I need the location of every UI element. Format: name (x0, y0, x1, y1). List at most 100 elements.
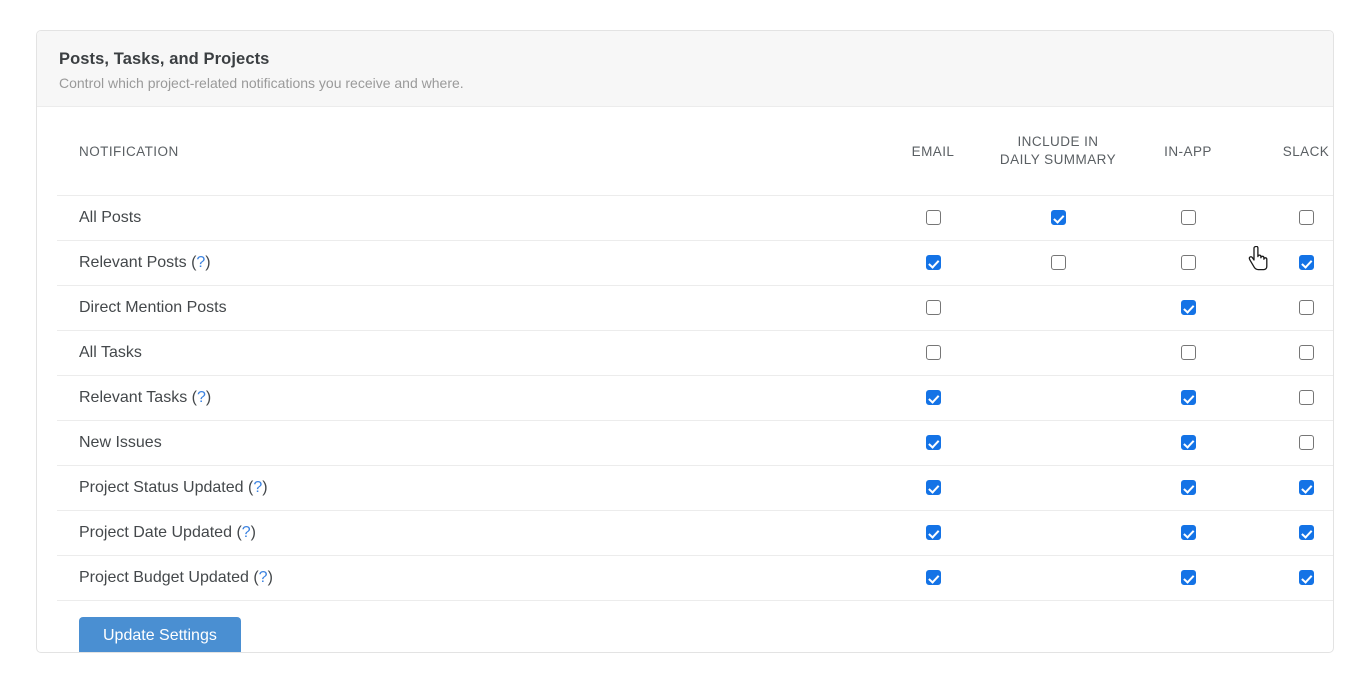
checkbox-cell-in-app (1129, 420, 1247, 466)
notification-label-cell: Project Budget Updated (?) (57, 555, 879, 601)
checkbox-placeholder (1051, 525, 1066, 540)
checkbox-cell-email (879, 465, 987, 511)
checkbox-cell-daily-summary (987, 240, 1129, 286)
checkbox-cell-slack (1247, 195, 1333, 241)
page-title: Posts, Tasks, and Projects (59, 50, 270, 68)
notification-label-cell: Relevant Tasks (?) (57, 375, 879, 421)
checkbox-cell-daily-summary (987, 375, 1129, 421)
checkbox-in-app[interactable] (1180, 570, 1196, 586)
table-row: Project Budget Updated (?) (57, 555, 1333, 601)
checkbox-cell-in-app (1129, 510, 1247, 556)
checkbox-in-app[interactable] (1180, 255, 1196, 271)
checkbox-slack[interactable] (1298, 525, 1314, 541)
checkbox-cell-email (879, 555, 987, 601)
table-row: Relevant Posts (?) (57, 240, 1333, 286)
help-hint-icon[interactable]: ? (197, 389, 206, 406)
table-row: All Posts (57, 195, 1333, 241)
checkbox-cell-in-app (1129, 240, 1247, 286)
notification-settings-card: Posts, Tasks, and Projects Control which… (36, 30, 1334, 653)
checkbox-cell-email (879, 330, 987, 376)
help-hint-icon[interactable]: ? (253, 479, 262, 496)
notification-label: New Issues (79, 434, 162, 451)
checkbox-slack[interactable] (1298, 345, 1314, 361)
checkbox-daily-summary[interactable] (1050, 255, 1066, 271)
column-header-in-app: IN-APP (1129, 107, 1247, 196)
hint-paren-close: ) (262, 479, 268, 496)
checkbox-email[interactable] (925, 210, 941, 226)
checkbox-cell-slack (1247, 420, 1333, 466)
page-subtitle: Control which project-related notificati… (59, 75, 464, 92)
checkbox-email[interactable] (925, 390, 941, 406)
checkbox-in-app[interactable] (1180, 435, 1196, 451)
checkbox-slack[interactable] (1298, 390, 1314, 406)
checkbox-in-app[interactable] (1180, 300, 1196, 316)
checkbox-cell-daily-summary (987, 330, 1129, 376)
table-row: Relevant Tasks (?) (57, 375, 1333, 421)
checkbox-cell-in-app (1129, 465, 1247, 511)
checkbox-email[interactable] (925, 255, 941, 271)
checkbox-cell-in-app (1129, 375, 1247, 421)
checkbox-in-app[interactable] (1180, 525, 1196, 541)
checkbox-cell-daily-summary (987, 285, 1129, 331)
column-header-daily-summary-line1: INCLUDE IN (1017, 133, 1099, 149)
notification-label-cell: Project Date Updated (?) (57, 510, 879, 556)
checkbox-cell-slack (1247, 240, 1333, 286)
checkbox-placeholder (1051, 570, 1066, 585)
notification-label-cell: Project Status Updated (?) (57, 465, 879, 511)
checkbox-email[interactable] (925, 300, 941, 316)
hint-paren-close: ) (250, 524, 256, 541)
column-header-daily-summary-line2: DAILY SUMMARY (999, 152, 1117, 167)
table-row: Project Status Updated (?) (57, 465, 1333, 511)
notification-settings-table: NOTIFICATION EMAIL INCLUDE IN DAILY SUMM… (57, 107, 1333, 601)
checkbox-cell-daily-summary (987, 420, 1129, 466)
checkbox-cell-in-app (1129, 555, 1247, 601)
checkbox-placeholder (1051, 390, 1066, 405)
checkbox-cell-slack (1247, 555, 1333, 601)
card-header: Posts, Tasks, and Projects Control which… (37, 31, 1333, 107)
checkbox-email[interactable] (925, 570, 941, 586)
checkbox-cell-email (879, 240, 987, 286)
help-hint-icon[interactable]: ? (242, 524, 251, 541)
checkbox-in-app[interactable] (1180, 480, 1196, 496)
checkbox-in-app[interactable] (1180, 390, 1196, 406)
checkbox-cell-daily-summary (987, 195, 1129, 241)
checkbox-in-app[interactable] (1180, 345, 1196, 361)
checkbox-cell-slack (1247, 285, 1333, 331)
help-hint-icon[interactable]: ? (259, 569, 268, 586)
notification-label: Project Budget Updated (79, 569, 249, 586)
checkbox-cell-email (879, 285, 987, 331)
help-hint-icon[interactable]: ? (196, 254, 205, 271)
checkbox-daily-summary[interactable] (1050, 210, 1066, 226)
checkbox-cell-in-app (1129, 195, 1247, 241)
checkbox-cell-daily-summary (987, 510, 1129, 556)
checkbox-cell-daily-summary (987, 465, 1129, 511)
column-header-slack: SLACK (1247, 107, 1333, 196)
checkbox-email[interactable] (925, 480, 941, 496)
checkbox-placeholder (1051, 435, 1066, 450)
checkbox-placeholder (1051, 480, 1066, 495)
checkbox-slack[interactable] (1298, 480, 1314, 496)
checkbox-slack[interactable] (1298, 255, 1314, 271)
hint-paren-close: ) (267, 569, 273, 586)
checkbox-slack[interactable] (1298, 570, 1314, 586)
checkbox-cell-email (879, 195, 987, 241)
table-row: Direct Mention Posts (57, 285, 1333, 331)
table-row: All Tasks (57, 330, 1333, 376)
column-header-email: EMAIL (879, 107, 987, 196)
notification-label-cell: All Posts (57, 195, 879, 241)
checkbox-cell-in-app (1129, 330, 1247, 376)
checkbox-email[interactable] (925, 435, 941, 451)
checkbox-email[interactable] (925, 525, 941, 541)
checkbox-placeholder (1051, 300, 1066, 315)
checkbox-placeholder (1051, 345, 1066, 360)
table-row: New Issues (57, 420, 1333, 466)
checkbox-email[interactable] (925, 345, 941, 361)
notification-label: Relevant Tasks (79, 389, 188, 406)
notification-label-cell: All Tasks (57, 330, 879, 376)
checkbox-in-app[interactable] (1180, 210, 1196, 226)
table-footer: Update Settings (57, 601, 1313, 652)
checkbox-slack[interactable] (1298, 300, 1314, 316)
update-settings-button[interactable]: Update Settings (79, 617, 241, 652)
checkbox-slack[interactable] (1298, 435, 1314, 451)
checkbox-slack[interactable] (1298, 210, 1314, 226)
